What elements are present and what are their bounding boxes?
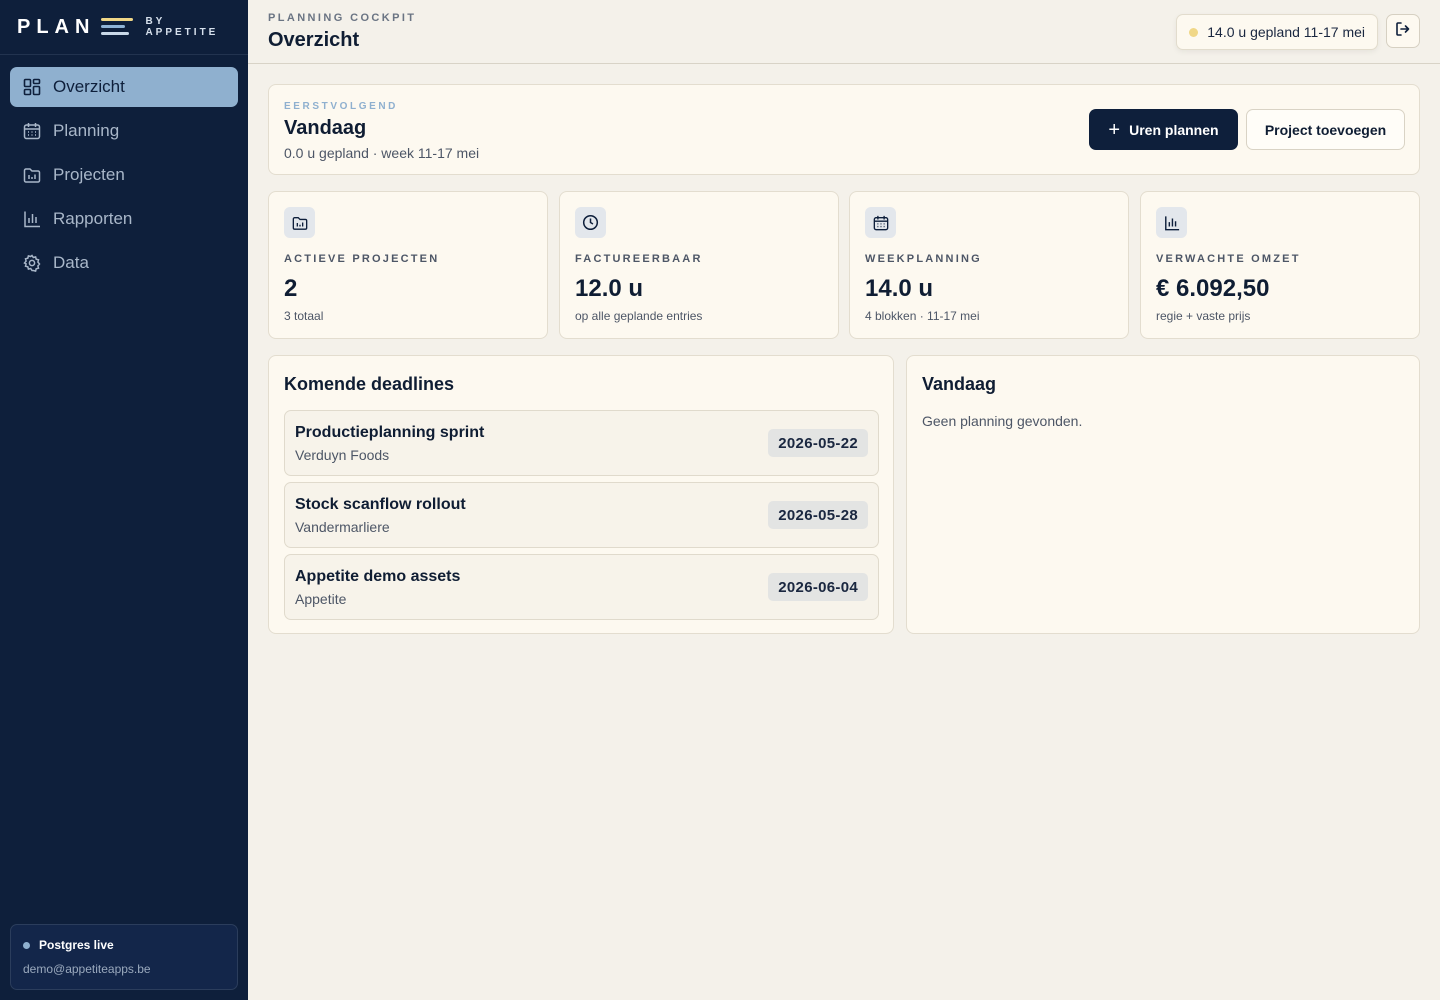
folder-icon [23, 166, 41, 184]
stat-label: VERWACHTE OMZET [1156, 253, 1301, 265]
logout-icon [1395, 21, 1411, 42]
page-title: Overzicht [268, 29, 360, 51]
sidebar-item-label: Planning [53, 121, 120, 140]
deadline-row[interactable]: Stock scanflow rollout Vandermarliere 20… [284, 482, 879, 548]
top-header: PLANNING COCKPIT Overzicht 14.0 u geplan… [248, 0, 1440, 64]
deadline-client: Appetite [295, 591, 347, 607]
panel-title: Komende deadlines [284, 374, 455, 394]
panel-title: Vandaag [922, 374, 997, 394]
sidebar-item-label: Projecten [53, 165, 125, 184]
calendar-icon [23, 122, 41, 140]
clock-icon [575, 207, 606, 238]
deadline-date-badge: 2026-06-04 [768, 573, 868, 601]
next-up-title: Vandaag [284, 117, 367, 139]
status-dot-icon [23, 941, 30, 949]
stat-label: WEEKPLANNING [865, 253, 982, 265]
stat-subtext: op alle geplande entries [575, 309, 703, 323]
stat-label: FACTUREERBAAR [575, 253, 703, 265]
deadline-date-badge: 2026-05-28 [768, 501, 868, 529]
stat-card-active-projects: ACTIEVE PROJECTEN 2 3 totaal [268, 191, 548, 339]
plan-hours-label: Uren plannen [1129, 121, 1219, 138]
stat-card-billable: FACTUREERBAAR 12.0 u op alle geplande en… [559, 191, 839, 339]
stat-value: 14.0 u [865, 275, 934, 302]
stat-value: 12.0 u [575, 275, 644, 302]
deadline-row[interactable]: Appetite demo assets Appetite 2026-06-04 [284, 554, 879, 620]
brand-by-appetite: BY APPETITE [145, 16, 218, 38]
calendar-icon [865, 207, 896, 238]
stat-subtext: 4 blokken · 11-17 mei [865, 309, 980, 323]
user-email: demo@appetiteapps.be [23, 962, 151, 976]
sidebar: PLAN BY APPETITE Overzicht Planning Proj… [0, 0, 248, 1000]
next-up-subtitle: 0.0 u gepland · week 11-17 mei [284, 145, 480, 161]
next-up-eyebrow: EERSTVOLGEND [284, 101, 398, 112]
db-status-label: Postgres live [39, 938, 114, 952]
today-panel: Vandaag Geen planning gevonden. [906, 355, 1420, 634]
brand-lines-icon [101, 16, 134, 38]
next-up-card: EERSTVOLGEND Vandaag 0.0 u gepland · wee… [268, 84, 1420, 175]
brand-logo[interactable]: PLAN BY APPETITE [0, 0, 248, 55]
header-eyebrow: PLANNING COCKPIT [268, 12, 417, 24]
folder-icon [284, 207, 315, 238]
empty-state-text: Geen planning gevonden. [922, 413, 1083, 429]
brand-name: PLAN [17, 15, 96, 38]
stat-subtext: regie + vaste prijs [1156, 309, 1251, 323]
plan-hours-button[interactable]: + Uren plannen [1089, 109, 1238, 150]
brand-by-line2: APPETITE [145, 27, 219, 38]
add-project-button[interactable]: Project toevoegen [1246, 109, 1405, 150]
sidebar-item-label: Data [53, 253, 89, 272]
stat-card-week-planning: WEEKPLANNING 14.0 u 4 blokken · 11-17 me… [849, 191, 1129, 339]
stat-value: 2 [284, 275, 298, 302]
deadline-row[interactable]: Productieplanning sprint Verduyn Foods 2… [284, 410, 879, 476]
stat-value: € 6.092,50 [1156, 275, 1270, 302]
brand-by-line1: BY [145, 16, 166, 27]
deadline-date-badge: 2026-05-22 [768, 429, 868, 457]
dashboard-icon [23, 78, 41, 96]
upcoming-deadlines-panel: Komende deadlines Productieplanning spri… [268, 355, 894, 634]
week-summary-badge: 14.0 u gepland 11-17 mei [1176, 14, 1378, 50]
status-dot-icon [1189, 27, 1199, 37]
sidebar-item-data[interactable]: Data [10, 243, 238, 283]
logout-button[interactable] [1386, 14, 1420, 48]
bar-chart-icon [23, 210, 41, 228]
sidebar-nav: Overzicht Planning Projecten Rapporten D… [0, 55, 248, 283]
connection-status-card: Postgres live demo@appetiteapps.be [10, 924, 238, 990]
stat-card-expected-revenue: VERWACHTE OMZET € 6.092,50 regie + vaste… [1140, 191, 1420, 339]
sidebar-item-overzicht[interactable]: Overzicht [10, 67, 238, 107]
week-summary-text: 14.0 u gepland 11-17 mei [1207, 24, 1365, 40]
deadline-project-name: Appetite demo assets [295, 568, 461, 585]
sidebar-item-label: Overzicht [53, 77, 125, 96]
sidebar-item-planning[interactable]: Planning [10, 111, 238, 151]
sidebar-item-projecten[interactable]: Projecten [10, 155, 238, 195]
stat-label: ACTIEVE PROJECTEN [284, 253, 440, 265]
deadline-client: Verduyn Foods [295, 447, 390, 463]
bar-chart-icon [1156, 207, 1187, 238]
stat-subtext: 3 totaal [284, 309, 324, 323]
db-status: Postgres live [23, 938, 225, 952]
sidebar-item-rapporten[interactable]: Rapporten [10, 199, 238, 239]
plus-icon: + [1108, 118, 1121, 141]
sidebar-item-label: Rapporten [53, 209, 133, 228]
deadline-project-name: Productieplanning sprint [295, 424, 485, 441]
deadline-client: Vandermarliere [295, 519, 390, 535]
gear-icon [23, 254, 41, 272]
deadline-project-name: Stock scanflow rollout [295, 496, 466, 513]
